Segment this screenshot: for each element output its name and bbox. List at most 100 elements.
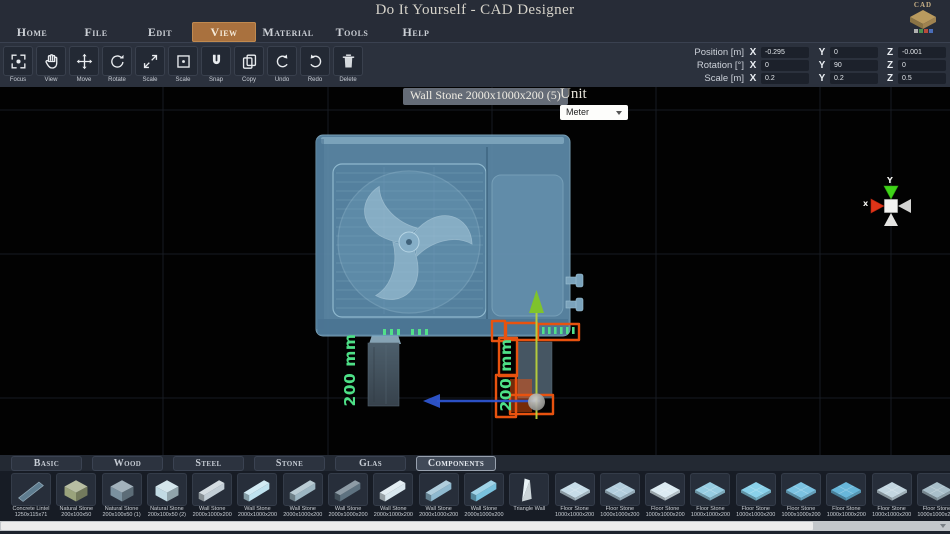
viewport-canvas[interactable] bbox=[0, 87, 950, 455]
toolbar-button-scale-4[interactable]: Scale bbox=[135, 46, 165, 84]
library-item-wall-stone-10[interactable]: Wall Stone2000x1000x200 bbox=[464, 473, 504, 521]
wall-thumbnail-icon bbox=[237, 473, 277, 506]
library-item-concrete-lintel-0[interactable]: Concrete Lintel1250x115x71 bbox=[11, 473, 51, 521]
library-item-name: Triangle Wall bbox=[513, 506, 545, 512]
rotation-y-input[interactable] bbox=[830, 60, 878, 71]
library-item-natural-stone-1[interactable]: Natural Stone200x100x50 bbox=[56, 473, 96, 521]
axis-label-y: Y bbox=[818, 73, 826, 84]
library-item-wall-stone-9[interactable]: Wall Stone2000x1000x200 bbox=[419, 473, 459, 521]
wall-thumbnail-icon bbox=[373, 473, 413, 506]
menu-item-tools[interactable]: Tools bbox=[320, 22, 384, 42]
ac-unit-model[interactable] bbox=[316, 135, 583, 336]
select-scale-icon bbox=[168, 46, 198, 76]
toolbar-button-move-2[interactable]: Move bbox=[69, 46, 99, 84]
scrollbar-notch-icon bbox=[940, 524, 946, 528]
unit-dropdown[interactable]: Meter bbox=[560, 105, 628, 120]
hand-icon bbox=[36, 46, 66, 76]
lintel-thumbnail-icon bbox=[11, 473, 51, 506]
floor-thumbnail-icon bbox=[736, 473, 776, 506]
unit-dropdown-value: Meter bbox=[566, 107, 589, 117]
toolbar-button-copy-7[interactable]: Copy bbox=[234, 46, 264, 84]
orientation-gizmo[interactable]: Y x bbox=[861, 176, 921, 236]
library-item-floor-stone-14[interactable]: Floor Stone1000x1000x200 bbox=[645, 473, 685, 521]
toolbar-button-rotate-3[interactable]: Rotate bbox=[102, 46, 132, 84]
library-item-floor-stone-15[interactable]: Floor Stone1000x1000x200 bbox=[690, 473, 730, 521]
scale-m-x-input[interactable] bbox=[761, 73, 809, 84]
menu-item-file[interactable]: File bbox=[64, 22, 128, 42]
logo-text: CAD bbox=[903, 1, 943, 9]
toolbar-button-snap-6[interactable]: Snap bbox=[201, 46, 231, 84]
toolbar-button-delete-10[interactable]: Delete bbox=[333, 46, 363, 84]
toolbar-button-redo-9[interactable]: Redo bbox=[300, 46, 330, 84]
wall-thumbnail-icon bbox=[283, 473, 323, 506]
library-item-floor-stone-13[interactable]: Floor Stone1000x1000x200 bbox=[600, 473, 640, 521]
library-item-wall-stone-7[interactable]: Wall Stone2000x1000x200 bbox=[328, 473, 368, 521]
scale-m-z-input[interactable] bbox=[898, 73, 946, 84]
wall-stone-pillar[interactable] bbox=[368, 335, 401, 406]
floor-thumbnail-icon bbox=[600, 473, 640, 506]
library-item-floor-stone-20[interactable]: Floor Stone1000x1000x200 bbox=[917, 473, 950, 521]
library-item-floor-stone-17[interactable]: Floor Stone1000x1000x200 bbox=[781, 473, 821, 521]
position-m-z-input[interactable] bbox=[898, 47, 946, 58]
floor-thumbnail-icon bbox=[872, 473, 912, 506]
tab-stone[interactable]: Stone bbox=[254, 456, 325, 471]
tab-components[interactable]: Components bbox=[416, 456, 496, 471]
menu-item-view[interactable]: View bbox=[192, 22, 256, 42]
toolbar-button-scale-5[interactable]: Scale bbox=[168, 46, 198, 84]
rotation-z-input[interactable] bbox=[898, 60, 946, 71]
tab-steel[interactable]: Steel bbox=[173, 456, 244, 471]
toolbar-button-focus-0[interactable]: Focus bbox=[3, 46, 33, 84]
selection-name-badge: Wall Stone 2000x1000x200 (5) bbox=[403, 88, 568, 105]
library-scrollbar[interactable] bbox=[0, 521, 950, 531]
library-item-wall-stone-8[interactable]: Wall Stone2000x1000x200 bbox=[373, 473, 413, 521]
library-item-floor-stone-18[interactable]: Floor Stone1000x1000x200 bbox=[826, 473, 866, 521]
transform-origin-handle[interactable] bbox=[528, 394, 545, 411]
library-item-size: 2000x1000x200 bbox=[329, 512, 368, 518]
library-item-floor-stone-19[interactable]: Floor Stone1000x1000x200 bbox=[872, 473, 912, 521]
trash-icon bbox=[333, 46, 363, 76]
scrollbar-thumb[interactable] bbox=[1, 522, 813, 530]
library-item-natural-stone-3[interactable]: Natural Stone200x100x50 (2) bbox=[147, 473, 187, 521]
tab-basic[interactable]: Basic bbox=[11, 456, 82, 471]
orientation-gizmo-icon bbox=[861, 176, 921, 236]
viewport[interactable]: 200 mm 200 mm Y x bbox=[0, 87, 950, 455]
tab-glas[interactable]: Glas bbox=[335, 456, 406, 471]
menu-item-help[interactable]: Help bbox=[384, 22, 448, 42]
floor-thumbnail-icon bbox=[917, 473, 950, 506]
library-item-floor-stone-12[interactable]: Floor Stone1000x1000x200 bbox=[555, 473, 595, 521]
library-item-size: 1000x1000x200 bbox=[872, 512, 911, 518]
menu-item-material[interactable]: Material bbox=[256, 22, 320, 42]
box-thumbnail-icon bbox=[147, 473, 187, 506]
library-item-triangle-wall-11[interactable]: Triangle Wall bbox=[509, 473, 549, 521]
toolbar-button-undo-8[interactable]: Undo bbox=[267, 46, 297, 84]
toolbar-button-label: View bbox=[45, 77, 58, 84]
library-item-floor-stone-16[interactable]: Floor Stone1000x1000x200 bbox=[736, 473, 776, 521]
menu-bar: HomeFileEditViewMaterialToolsHelp bbox=[0, 22, 448, 42]
menu-item-home[interactable]: Home bbox=[0, 22, 64, 42]
axis-label-z: Z bbox=[886, 73, 894, 84]
wall-thumbnail-icon bbox=[419, 473, 459, 506]
position-m-y-input[interactable] bbox=[830, 47, 878, 58]
transform-row-label: Rotation [°] bbox=[680, 60, 744, 71]
library-item-size: 2000x1000x200 bbox=[419, 512, 458, 518]
toolbar-button-view-1[interactable]: View bbox=[36, 46, 66, 84]
library-item-size: 2000x1000x200 bbox=[374, 512, 413, 518]
library-item-size: 1000x1000x200 bbox=[827, 512, 866, 518]
material-library: Basic Wood Steel Stone Glas Components Concre… bbox=[0, 455, 950, 534]
library-item-size: 1000x1000x200 bbox=[691, 512, 730, 518]
floor-thumbnail-icon bbox=[690, 473, 730, 506]
title-bar: Do It Yourself - CAD Designer HomeFileEd… bbox=[0, 0, 950, 42]
floor-thumbnail-icon bbox=[555, 473, 595, 506]
axis-label-z: Z bbox=[886, 47, 894, 58]
library-item-wall-stone-6[interactable]: Wall Stone2000x1000x200 bbox=[283, 473, 323, 521]
rotation-x-input[interactable] bbox=[761, 60, 809, 71]
menu-item-edit[interactable]: Edit bbox=[128, 22, 192, 42]
library-item-wall-stone-4[interactable]: Wall Stone2000x1000x200 bbox=[192, 473, 232, 521]
library-item-natural-stone-2[interactable]: Natural Stone200x100x50 (1) bbox=[102, 473, 142, 521]
position-m-x-input[interactable] bbox=[761, 47, 809, 58]
transform-row-scale-m: Scale [m]XYZ bbox=[680, 72, 946, 84]
library-item-size: 200x100x50 (2) bbox=[148, 512, 186, 518]
tab-wood[interactable]: Wood bbox=[92, 456, 163, 471]
scale-m-y-input[interactable] bbox=[830, 73, 878, 84]
library-item-wall-stone-5[interactable]: Wall Stone2000x1000x200 bbox=[237, 473, 277, 521]
